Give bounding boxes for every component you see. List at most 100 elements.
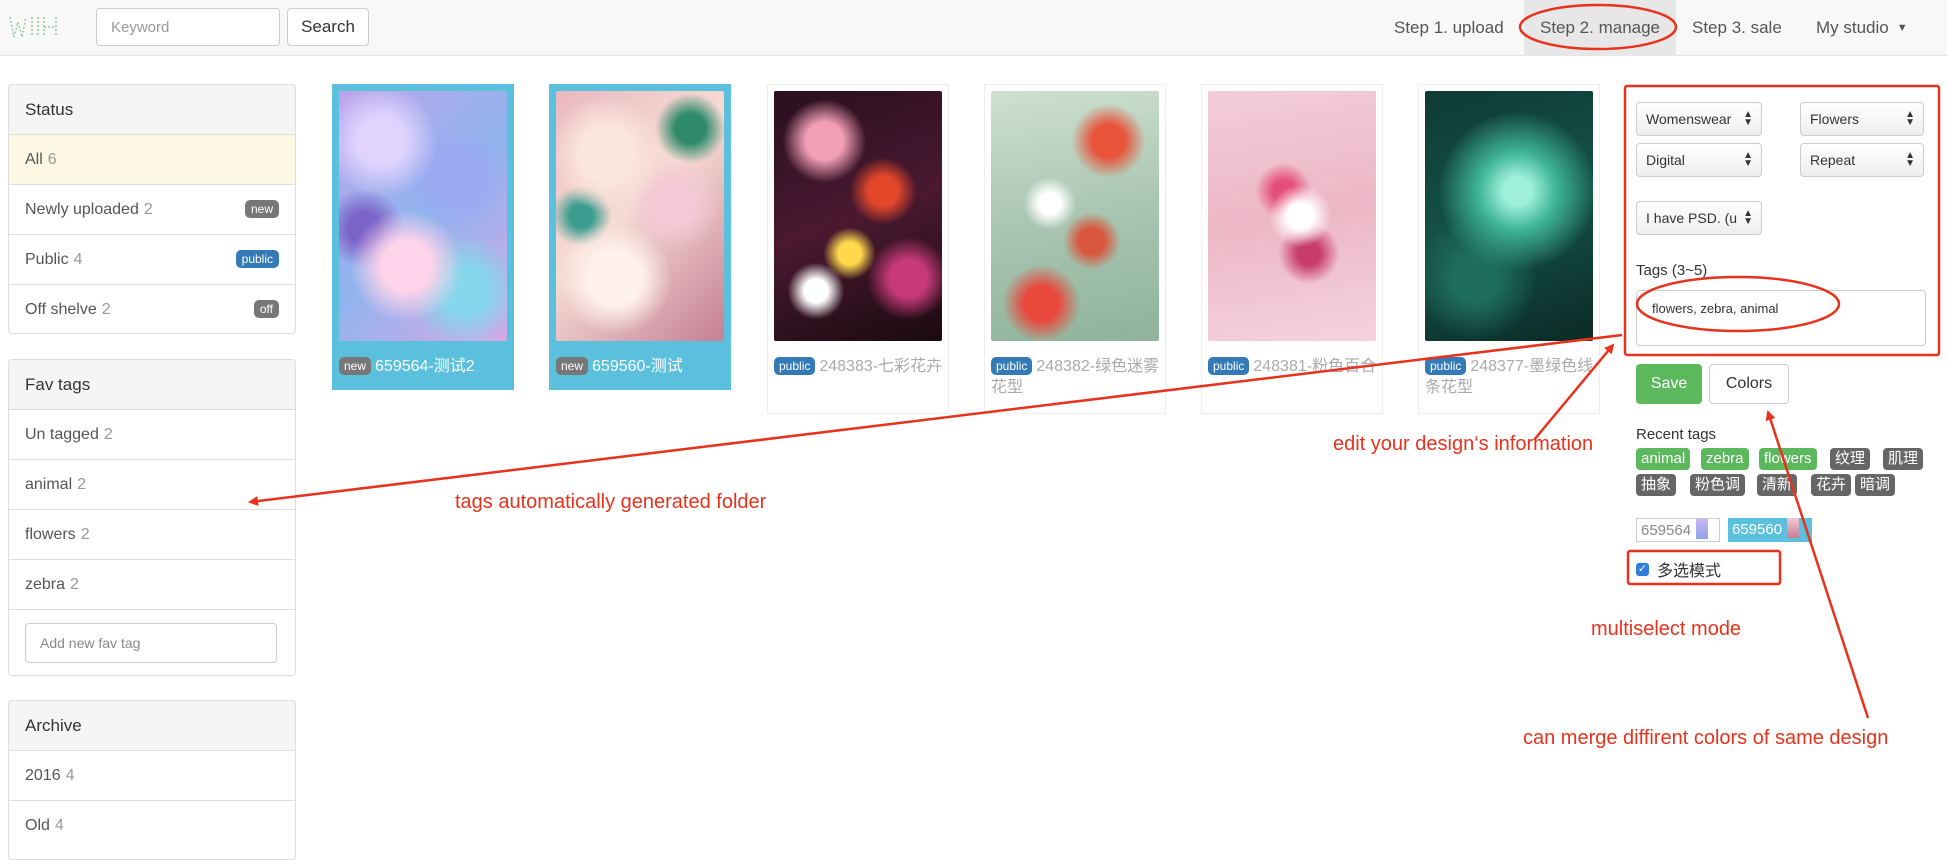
status-label: public (1425, 357, 1467, 375)
fav-tag-count: 2 (103, 425, 113, 443)
status-item-public[interactable]: Public 4 public (9, 235, 295, 285)
recent-tag[interactable]: 肌理 (1883, 448, 1924, 470)
archive-item-count: 4 (65, 766, 75, 784)
theme-select-value: Flowers (1810, 111, 1860, 127)
recent-tags-label: Recent tags (1636, 426, 1717, 443)
status-item-all[interactable]: All 6 (9, 135, 295, 185)
archive-panel-title: Archive (9, 701, 295, 751)
design-thumbnail[interactable] (556, 91, 724, 341)
archive-item-label: Old (25, 817, 50, 834)
fav-tag-label: animal (25, 475, 73, 493)
status-item-label: Newly uploaded (25, 200, 139, 218)
design-title: 248383-七彩花卉 (819, 358, 943, 375)
annotation-merge-colors: can merge diffirent colors of same desig… (1523, 727, 1889, 749)
select-arrows-icon: ▲ ▼ (1743, 109, 1753, 128)
keyword-search-input[interactable] (96, 8, 280, 46)
recent-tag[interactable]: 暗调 (1855, 474, 1896, 496)
merge-thumb-icon (1696, 519, 1709, 539)
archive-item-2016[interactable]: 2016 4 (9, 751, 295, 801)
save-button[interactable]: Save (1636, 364, 1702, 404)
category-select[interactable]: Womenswear ▲ ▼ (1636, 102, 1762, 136)
design-thumbnail[interactable] (1208, 91, 1376, 341)
add-fav-tag-input[interactable] (25, 623, 277, 663)
recent-tag[interactable]: animal (1636, 448, 1691, 470)
merge-item[interactable]: 659560 (1728, 518, 1812, 542)
fav-tag-item-animal[interactable]: animal 2 (9, 460, 295, 510)
add-fav-tag-row (9, 610, 295, 675)
archive-item-count: 4 (54, 817, 64, 834)
status-item-off-shelve[interactable]: Off shelve 2 off (9, 285, 295, 333)
design-thumbnail[interactable] (1425, 91, 1593, 341)
technique-select[interactable]: Digital ▲ ▼ (1636, 143, 1762, 177)
design-caption: public 248383-七彩花卉 (774, 356, 944, 377)
fav-tag-count: 2 (70, 575, 79, 593)
recent-tag[interactable]: 粉色调 (1690, 474, 1746, 496)
design-card[interactable]: new 659564-测试2 (332, 84, 514, 390)
annotation-tags-folder: tags automatically generated folder (455, 491, 767, 513)
recent-tag[interactable]: 纹理 (1830, 448, 1871, 470)
checkbox-checked-icon[interactable]: ✓ (1636, 562, 1649, 576)
multiselect-toggle[interactable]: ✓ 多选模式 (1636, 557, 1721, 581)
nav-my-studio[interactable]: My studio ▼ (1816, 0, 1908, 56)
my-studio-label: My studio (1816, 18, 1889, 37)
status-panel-title: Status (9, 85, 295, 135)
fav-tag-item-flowers[interactable]: flowers 2 (9, 510, 295, 560)
fav-tag-count: 2 (80, 525, 90, 543)
status-label: new (339, 357, 372, 375)
design-thumbnail[interactable] (339, 91, 507, 341)
tags-textarea[interactable]: flowers, zebra, animal (1636, 290, 1926, 346)
fav-tags-panel-title: Fav tags (9, 360, 295, 410)
design-caption: public 248382-绿色迷雾花型 (991, 356, 1161, 398)
search-button[interactable]: Search (287, 8, 369, 46)
status-item-label: Off shelve (25, 301, 97, 318)
psd-select[interactable]: I have PSD. (u ▲ ▼ (1636, 201, 1762, 235)
nav-step-sale[interactable]: Step 3. sale (1692, 0, 1782, 56)
design-card[interactable]: public 248381-粉色百合 (1201, 84, 1383, 414)
status-panel: Status All 6 Newly uploaded 2 new Public… (8, 84, 296, 334)
fav-tag-item-untagged[interactable]: Un tagged 2 (9, 410, 295, 460)
design-card[interactable]: new 659560-测试 (549, 84, 731, 390)
site-logo[interactable] (8, 14, 60, 40)
design-card[interactable]: public 248383-七彩花卉 (767, 84, 949, 414)
off-badge: off (253, 300, 279, 318)
annotation-multiselect: multiselect mode (1591, 618, 1742, 640)
select-arrows-icon: ▲ ▼ (1743, 208, 1753, 227)
design-card[interactable]: public 248382-绿色迷雾花型 (984, 84, 1166, 414)
merge-item[interactable]: 659564 (1636, 518, 1720, 542)
status-item-count: 6 (47, 150, 57, 168)
design-title: 659564-测试2 (375, 358, 475, 375)
recent-tag[interactable]: zebra (1701, 448, 1749, 470)
merge-item-id: 659564 (1641, 522, 1692, 539)
design-caption: public 248377-墨绿色线条花型 (1425, 356, 1595, 398)
design-title: 248381-粉色百合 (1253, 358, 1377, 375)
psd-select-value: I have PSD. (u (1646, 210, 1738, 226)
recent-tag[interactable]: 抽象 (1636, 474, 1677, 496)
design-thumbnail[interactable] (774, 91, 942, 341)
tags-label: Tags (3~5) (1636, 262, 1708, 279)
tags-value: flowers, zebra, animal (1652, 301, 1779, 316)
nav-step-manage[interactable]: Step 2. manage (1524, 0, 1676, 56)
recent-tag[interactable]: 花卉 (1811, 474, 1852, 496)
colors-button[interactable]: Colors (1709, 364, 1789, 404)
technique-select-value: Digital (1646, 152, 1685, 168)
fav-tag-item-zebra[interactable]: zebra 2 (9, 560, 295, 610)
new-badge: new (244, 200, 279, 218)
recent-tag[interactable]: 清新 (1757, 474, 1798, 496)
theme-select[interactable]: Flowers ▲ ▼ (1800, 102, 1924, 136)
select-arrows-icon: ▲ ▼ (1905, 150, 1915, 169)
status-item-newly-uploaded[interactable]: Newly uploaded 2 new (9, 185, 295, 235)
design-card[interactable]: public 248377-墨绿色线条花型 (1418, 84, 1600, 414)
design-thumbnail[interactable] (991, 91, 1159, 341)
fav-tag-count: 2 (77, 475, 87, 493)
annotation-edit-info: edit your design‘s information (1333, 433, 1594, 455)
status-item-count: 2 (101, 301, 111, 318)
fav-tag-label: zebra (25, 575, 66, 593)
layout-select[interactable]: Repeat ▲ ▼ (1800, 143, 1924, 177)
design-caption: new 659560-测试 (556, 356, 726, 377)
select-arrows-icon: ▲ ▼ (1905, 109, 1915, 128)
status-item-count: 4 (73, 250, 83, 268)
nav-step-upload[interactable]: Step 1. upload (1394, 0, 1504, 56)
archive-item-old[interactable]: Old 4 (9, 801, 295, 851)
merge-thumb-icon (1787, 518, 1800, 538)
recent-tag[interactable]: flowers (1759, 448, 1817, 470)
